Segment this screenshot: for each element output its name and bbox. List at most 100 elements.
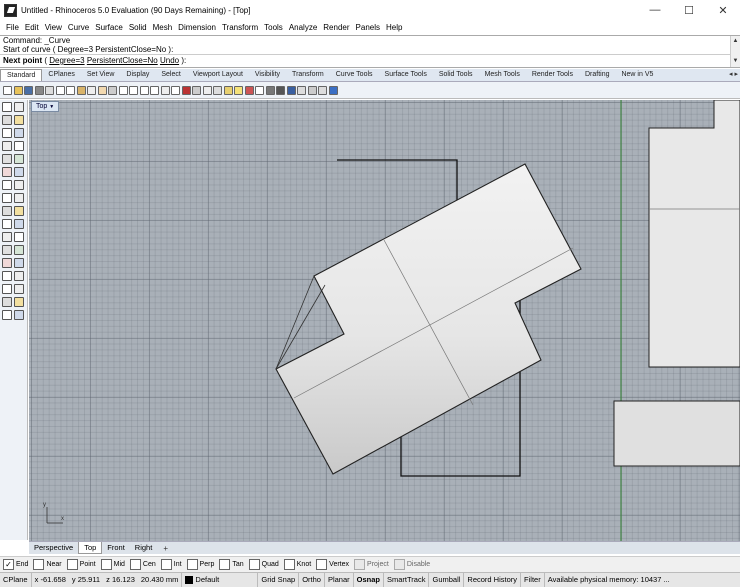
menu-tools[interactable]: Tools <box>261 23 286 32</box>
osnap-project[interactable]: Project <box>354 559 389 570</box>
ortho-toggle[interactable]: Ortho <box>299 573 325 587</box>
menu-mesh[interactable]: Mesh <box>150 23 176 32</box>
undo-icon[interactable] <box>87 85 96 95</box>
gumball-icon[interactable] <box>14 309 24 320</box>
tab-new-in-v5[interactable]: New in V5 <box>615 69 659 81</box>
tab-display[interactable]: Display <box>120 69 155 81</box>
tab-perspective[interactable]: Perspective <box>29 542 78 554</box>
cut-icon[interactable] <box>55 85 65 95</box>
help-icon[interactable] <box>328 85 338 95</box>
paste-icon[interactable] <box>76 85 86 95</box>
extrude-icon[interactable] <box>2 179 12 190</box>
osnap-checkbox[interactable] <box>354 559 366 570</box>
trim-icon[interactable] <box>14 270 24 281</box>
tab-scroll-arrows-icon[interactable]: ◂ ▸ <box>729 70 738 78</box>
status-cplane[interactable]: CPlane <box>0 573 32 587</box>
tab-cplanes[interactable]: CPlanes <box>42 69 80 81</box>
zoom-icon[interactable] <box>118 85 128 95</box>
select-icon[interactable] <box>192 85 201 95</box>
option-degree[interactable]: Degree=3 <box>49 56 84 65</box>
ellipse-icon[interactable] <box>14 127 24 138</box>
surface-right[interactable] <box>648 100 740 368</box>
menu-edit[interactable]: Edit <box>22 23 42 32</box>
move-icon[interactable] <box>14 218 24 229</box>
tab-drafting[interactable]: Drafting <box>579 69 616 81</box>
osnap-quad[interactable]: Quad <box>248 559 279 570</box>
grid-snap-toggle[interactable]: Grid Snap <box>258 573 300 587</box>
tab-solid-tools[interactable]: Solid Tools <box>433 69 479 81</box>
rotate-icon[interactable] <box>14 231 24 242</box>
tab-top[interactable]: Top <box>78 542 103 554</box>
osnap-toggle[interactable]: Osnap <box>354 573 384 587</box>
osnap-checkbox[interactable] <box>100 559 112 570</box>
gumball-toggle[interactable]: Gumball <box>429 573 465 587</box>
option-undo[interactable]: Undo <box>160 56 179 65</box>
tab-visibility[interactable]: Visibility <box>249 69 286 81</box>
dimension-icon[interactable] <box>2 296 12 307</box>
tab-select[interactable]: Select <box>155 69 186 81</box>
hide-icon[interactable] <box>202 85 212 95</box>
mirror-icon[interactable] <box>14 244 24 255</box>
options-icon[interactable] <box>297 85 306 95</box>
join-icon[interactable] <box>14 257 24 268</box>
osnap-checkbox[interactable] <box>219 559 231 570</box>
undo-view-icon[interactable] <box>160 85 170 95</box>
osnap-checkbox[interactable] <box>248 559 260 570</box>
save-icon[interactable] <box>24 85 33 95</box>
polygon-icon[interactable] <box>14 140 24 151</box>
osnap-checkbox[interactable]: ✓ <box>3 559 14 570</box>
command-scrollbar[interactable]: ▲ ▼ <box>730 36 740 67</box>
tab-mesh-tools[interactable]: Mesh Tools <box>479 69 526 81</box>
surface-lower-right[interactable] <box>613 400 740 467</box>
osnap-point[interactable]: Point <box>66 559 96 570</box>
rectangle-icon[interactable] <box>2 140 12 151</box>
analyze-icon[interactable] <box>14 296 24 307</box>
zoom-selected-icon[interactable] <box>150 85 159 95</box>
tab-render-tools[interactable]: Render Tools <box>526 69 579 81</box>
properties-icon[interactable] <box>45 85 54 95</box>
viewport-title[interactable]: Top ▼ <box>31 101 60 112</box>
cylinder-icon[interactable] <box>2 205 12 216</box>
wireframe-icon[interactable] <box>255 85 264 95</box>
menu-transform[interactable]: Transform <box>219 23 261 32</box>
open-file-icon[interactable] <box>13 85 23 95</box>
zoom-window-icon[interactable] <box>129 85 138 95</box>
rendered-icon[interactable] <box>276 85 285 95</box>
menu-render[interactable]: Render <box>320 23 352 32</box>
menu-help[interactable]: Help <box>383 23 405 32</box>
light-icon[interactable] <box>234 85 243 95</box>
polyline-icon[interactable] <box>14 101 24 112</box>
record-history-toggle[interactable]: Record History <box>464 573 522 587</box>
osnap-near[interactable]: Near <box>33 559 62 570</box>
tab-right[interactable]: Right <box>130 542 158 554</box>
scale-icon[interactable] <box>2 244 12 255</box>
menu-dimension[interactable]: Dimension <box>175 23 219 32</box>
viewport-top[interactable]: Top ▼ x y <box>29 100 740 541</box>
tab-set-view[interactable]: Set View <box>81 69 121 81</box>
array-icon[interactable] <box>2 257 12 268</box>
maximize-button[interactable]: ☐ <box>672 0 706 20</box>
sphere-icon[interactable] <box>14 192 24 203</box>
status-layer[interactable]: Default <box>182 573 259 587</box>
menu-file[interactable]: File <box>3 23 22 32</box>
osnap-checkbox[interactable] <box>316 559 328 570</box>
filter-toggle[interactable]: Filter <box>521 573 545 587</box>
arc-icon[interactable] <box>2 127 12 138</box>
material-icon[interactable] <box>244 85 254 95</box>
add-viewport-tab-button[interactable]: + <box>157 544 174 553</box>
tab-curve-tools[interactable]: Curve Tools <box>330 69 379 81</box>
menu-surface[interactable]: Surface <box>92 23 126 32</box>
scroll-up-icon[interactable]: ▲ <box>731 36 740 46</box>
osnap-cen[interactable]: Cen <box>129 559 156 570</box>
tab-transform[interactable]: Transform <box>286 69 330 81</box>
offset-icon[interactable] <box>14 153 24 164</box>
menu-curve[interactable]: Curve <box>65 23 92 32</box>
osnap-checkbox[interactable] <box>160 559 172 570</box>
text-icon[interactable] <box>2 153 12 164</box>
osnap-end[interactable]: ✓ End <box>3 559 28 570</box>
osnap-int[interactable]: Int <box>160 559 182 570</box>
copy-icon[interactable] <box>66 85 75 95</box>
print-icon[interactable] <box>34 85 44 95</box>
osnap-mid[interactable]: Mid <box>100 559 125 570</box>
scroll-down-icon[interactable]: ▼ <box>731 56 740 66</box>
